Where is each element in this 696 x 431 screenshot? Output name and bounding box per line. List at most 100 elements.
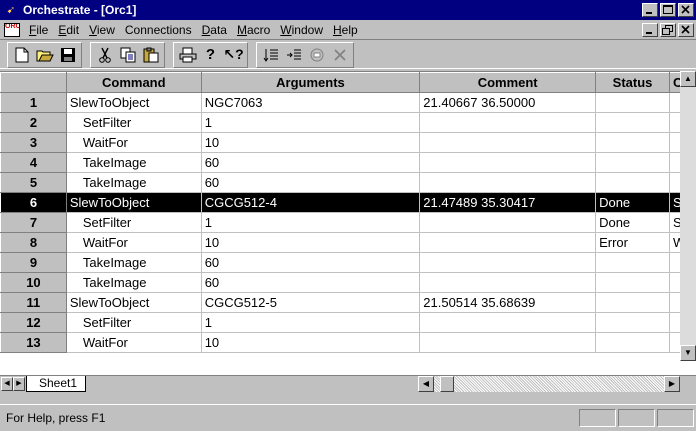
menu-data[interactable]: Data bbox=[197, 23, 232, 37]
restore-button[interactable] bbox=[660, 3, 676, 17]
cell-status[interactable] bbox=[595, 252, 670, 273]
table-row[interactable]: 7SetFilter1DoneSe bbox=[0, 212, 696, 233]
cell-command[interactable]: SetFilter bbox=[66, 312, 202, 333]
cell-arguments[interactable]: 1 bbox=[201, 312, 421, 333]
cell-arguments[interactable]: 1 bbox=[201, 112, 421, 133]
table-row[interactable]: 12 SetFilter 1 bbox=[0, 312, 696, 333]
cell-comment[interactable] bbox=[419, 112, 597, 133]
cell-command[interactable]: SlewToObject bbox=[66, 192, 202, 213]
cell-arguments[interactable]: 60 bbox=[201, 272, 421, 293]
column-header-status[interactable]: Status bbox=[595, 72, 670, 93]
cell-command[interactable]: TakeImage bbox=[66, 252, 202, 273]
insert-rows-button[interactable] bbox=[259, 44, 282, 66]
cell-arguments[interactable]: 10 bbox=[201, 132, 421, 153]
column-header-command[interactable]: Command bbox=[65, 72, 202, 93]
row-number[interactable]: 7 bbox=[0, 212, 67, 233]
scroll-down-button[interactable]: ▼ bbox=[680, 345, 696, 361]
scroll-up-button[interactable]: ▲ bbox=[680, 71, 696, 87]
cell-status[interactable]: Done bbox=[595, 192, 670, 213]
cell-command[interactable]: TakeImage bbox=[66, 272, 202, 293]
document-icon[interactable]: ORC bbox=[4, 22, 20, 37]
menu-connections[interactable]: Connections bbox=[120, 23, 197, 37]
column-header-arguments[interactable]: Arguments bbox=[200, 72, 421, 93]
menu-edit[interactable]: Edit bbox=[53, 23, 84, 37]
cell-comment[interactable] bbox=[419, 332, 597, 353]
cell-arguments[interactable]: 60 bbox=[201, 152, 421, 173]
open-button[interactable] bbox=[33, 44, 56, 66]
row-number[interactable]: 12 bbox=[0, 312, 67, 333]
table-row[interactable]: 8WaitFor10ErrorW bbox=[0, 232, 696, 253]
cell-status[interactable] bbox=[595, 332, 670, 353]
cell-command[interactable]: WaitFor bbox=[66, 232, 202, 253]
cell-arguments[interactable]: 60 bbox=[201, 172, 421, 193]
print-button[interactable] bbox=[176, 44, 199, 66]
doc-minimize-button[interactable] bbox=[642, 22, 658, 37]
doc-close-button[interactable] bbox=[678, 22, 694, 37]
cut-button[interactable] bbox=[93, 44, 116, 66]
row-number[interactable]: 1 bbox=[0, 92, 67, 113]
doc-restore-button[interactable] bbox=[660, 22, 676, 37]
cell-status[interactable] bbox=[595, 132, 670, 153]
minimize-button[interactable] bbox=[642, 3, 658, 17]
column-header-comment[interactable]: Comment bbox=[419, 72, 597, 93]
table-row[interactable]: 10 TakeImage 60 bbox=[0, 272, 696, 293]
cell-arguments[interactable]: CGCG512-4 bbox=[201, 192, 421, 213]
cell-arguments[interactable]: 1 bbox=[201, 212, 421, 233]
table-row[interactable]: 5 TakeImage 60 bbox=[0, 172, 696, 193]
row-number[interactable]: 5 bbox=[0, 172, 67, 193]
context-help-button[interactable]: ↖? bbox=[222, 44, 245, 66]
scroll-right-button[interactable]: ▶ bbox=[664, 376, 680, 392]
new-button[interactable] bbox=[10, 44, 33, 66]
orchestrate-app-icon[interactable]: ➹ bbox=[3, 3, 19, 17]
table-row[interactable]: 9 TakeImage 60 bbox=[0, 252, 696, 273]
cell-status[interactable]: Done bbox=[595, 212, 670, 233]
table-row[interactable]: 6 SlewToObject CGCG512-4 21.47489 35.30417 D… bbox=[0, 192, 696, 213]
delete-button[interactable] bbox=[328, 44, 351, 66]
cell-arguments[interactable]: 60 bbox=[201, 252, 421, 273]
scroll-left-button[interactable]: ◀ bbox=[418, 376, 434, 392]
cell-arguments[interactable]: NGC7063 bbox=[201, 92, 421, 113]
tab-sheet1[interactable]: Sheet1 bbox=[26, 376, 87, 392]
cell-command[interactable]: SetFilter bbox=[66, 112, 202, 133]
cell-comment[interactable] bbox=[419, 232, 597, 253]
table-row[interactable]: 1 SlewToObject NGC7063 21.40667 36.50000 bbox=[0, 92, 696, 113]
cell-status[interactable] bbox=[595, 112, 670, 133]
cell-comment[interactable] bbox=[419, 272, 597, 293]
corner-header[interactable] bbox=[0, 72, 67, 93]
cell-status[interactable] bbox=[595, 152, 670, 173]
row-number[interactable]: 9 bbox=[0, 252, 67, 273]
copy-button[interactable] bbox=[116, 44, 139, 66]
cell-command[interactable]: TakeImage bbox=[66, 172, 202, 193]
cell-status[interactable] bbox=[595, 92, 670, 113]
table-row[interactable]: 2 SetFilter 1 bbox=[0, 112, 696, 133]
record-button[interactable] bbox=[305, 44, 328, 66]
cell-comment[interactable]: 21.47489 35.30417 bbox=[419, 192, 597, 213]
cell-command[interactable]: TakeImage bbox=[66, 152, 202, 173]
horizontal-scrollbar[interactable]: ◀ ▶ bbox=[418, 376, 680, 392]
row-number[interactable]: 10 bbox=[0, 272, 67, 293]
cell-status[interactable] bbox=[595, 312, 670, 333]
cell-arguments[interactable]: CGCG512-5 bbox=[201, 292, 421, 313]
table-row[interactable]: 4 TakeImage 60 bbox=[0, 152, 696, 173]
cell-command[interactable]: WaitFor bbox=[66, 332, 202, 353]
cell-comment[interactable] bbox=[419, 172, 597, 193]
paste-button[interactable] bbox=[139, 44, 162, 66]
cell-command[interactable]: SetFilter bbox=[66, 212, 202, 233]
help-button[interactable]: ? bbox=[199, 44, 222, 66]
menu-window[interactable]: Window bbox=[275, 23, 328, 37]
cell-comment[interactable]: 21.50514 35.68639 bbox=[419, 292, 597, 313]
row-number[interactable]: 2 bbox=[0, 112, 67, 133]
menu-view[interactable]: View bbox=[84, 23, 120, 37]
row-number[interactable]: 3 bbox=[0, 132, 67, 153]
tab-scroll-right-button[interactable]: ▶ bbox=[13, 377, 25, 391]
scroll-thumb[interactable] bbox=[440, 376, 454, 392]
menu-file[interactable]: File bbox=[24, 23, 53, 37]
cell-arguments[interactable]: 10 bbox=[201, 232, 421, 253]
cell-command[interactable]: SlewToObject bbox=[66, 292, 202, 313]
tab-scroll-left-button[interactable]: ◀ bbox=[1, 377, 13, 391]
table-row[interactable]: 11 SlewToObject CGCG512-5 21.50514 35.68639 bbox=[0, 292, 696, 313]
cell-command[interactable]: SlewToObject bbox=[66, 92, 202, 113]
menu-help[interactable]: Help bbox=[328, 23, 363, 37]
cell-comment[interactable] bbox=[419, 212, 597, 233]
cell-command[interactable]: WaitFor bbox=[66, 132, 202, 153]
